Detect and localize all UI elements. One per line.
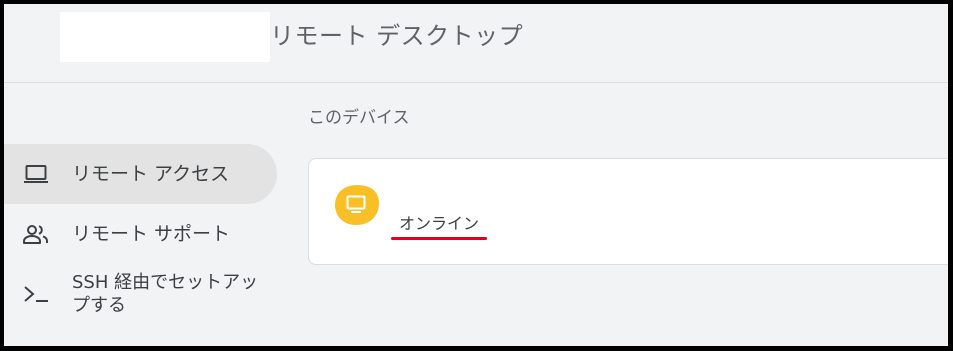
app-header: リモート デスクトップ (4, 4, 948, 83)
laptop-icon (21, 159, 51, 189)
app-title: リモート デスクトップ (270, 22, 524, 50)
monitor-icon[interactable] (333, 183, 381, 227)
nav-item-label: リモート アクセス (72, 163, 230, 185)
device-status: オンライン (399, 214, 480, 233)
logo-area (60, 12, 270, 62)
terminal-icon (21, 279, 51, 309)
section-title: このデバイス (308, 108, 410, 128)
nav-item-remote-access[interactable]: リモート アクセス (4, 144, 277, 204)
sidebar-nav: リモート アクセス リモート サポート SSH 経由でセットアップする (4, 144, 294, 324)
people-icon (21, 219, 51, 249)
app-window: リモート デスクトップ リモート アクセス リモート サポート SSH 経由でセ… (4, 4, 948, 346)
nav-item-label: SSH 経由でセットアップする (72, 272, 259, 316)
annotation-underline (391, 237, 487, 240)
nav-item-ssh-setup[interactable]: SSH 経由でセットアップする (4, 264, 277, 324)
nav-item-label: リモート サポート (72, 223, 231, 245)
device-card[interactable]: オンライン (308, 158, 948, 265)
nav-item-remote-support[interactable]: リモート サポート (4, 204, 277, 264)
